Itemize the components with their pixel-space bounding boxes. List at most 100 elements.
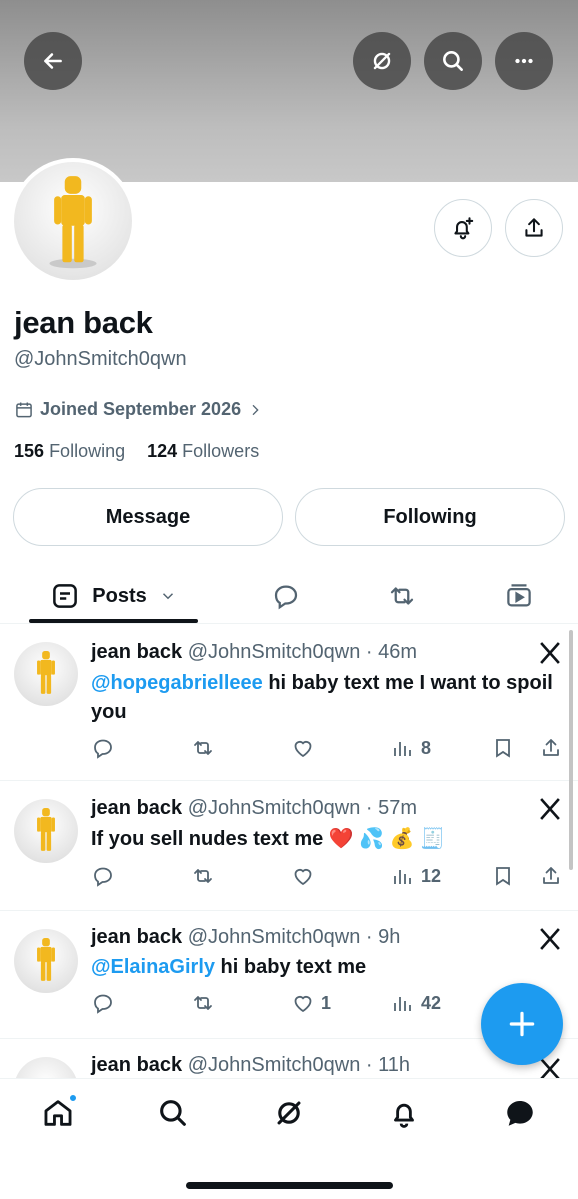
tweet-author-name[interactable]: jean back bbox=[91, 641, 182, 663]
joined-date[interactable]: Joined September 2026 bbox=[14, 399, 263, 420]
tweet-time: · 11h bbox=[365, 1054, 411, 1076]
x-logo-icon bbox=[540, 1058, 560, 1078]
share-button[interactable] bbox=[539, 864, 563, 888]
bell-icon bbox=[394, 1103, 414, 1128]
heart-icon bbox=[294, 995, 312, 1013]
tweet-mention[interactable]: @ElainaGirly bbox=[91, 956, 215, 978]
tweet-avatar[interactable] bbox=[14, 799, 78, 863]
tweet-text: @ElainaGirly hi baby text me bbox=[91, 956, 367, 978]
tweet-author-name[interactable]: jean back bbox=[91, 1054, 182, 1076]
repost-button[interactable] bbox=[191, 864, 215, 888]
repost-icon bbox=[194, 869, 212, 883]
follow-counts: 156 Following 124 Followers bbox=[14, 441, 259, 462]
tweet-author-name[interactable]: jean back bbox=[91, 797, 182, 819]
profile-avatar[interactable] bbox=[10, 158, 136, 284]
like-button[interactable] bbox=[291, 736, 321, 760]
views-button[interactable]: 8 bbox=[391, 736, 431, 760]
nav-notifications[interactable] bbox=[386, 1095, 422, 1131]
tweet-actions: 12 bbox=[91, 864, 571, 894]
following-count-link[interactable]: 156 Following bbox=[14, 441, 125, 462]
tab-posts-label: Posts bbox=[92, 584, 147, 607]
tweet-author-handle[interactable]: @JohnSmitch0qwn bbox=[188, 641, 361, 663]
like-count: 1 bbox=[321, 992, 332, 1013]
bookmark-icon bbox=[496, 739, 510, 758]
repost-icon bbox=[194, 996, 212, 1010]
view-count: 42 bbox=[421, 992, 442, 1013]
tweet-avatar[interactable] bbox=[14, 1057, 78, 1078]
video-icon bbox=[507, 584, 531, 607]
profile-handle: @JohnSmitch0qwn bbox=[14, 348, 187, 370]
x-logo-icon bbox=[540, 642, 560, 664]
posts-icon bbox=[53, 584, 78, 608]
views-button[interactable]: 12 bbox=[391, 864, 441, 888]
tab-media[interactable] bbox=[489, 568, 549, 624]
share-icon bbox=[543, 739, 559, 756]
bottom-navigation bbox=[0, 1078, 578, 1199]
bookmark-button[interactable] bbox=[491, 736, 515, 760]
tweet-time: · 9h bbox=[365, 926, 401, 948]
tab-posts[interactable]: Posts bbox=[29, 568, 198, 624]
joined-text: Joined September 2026 bbox=[40, 399, 242, 419]
more-icon bbox=[515, 58, 533, 64]
repost-button[interactable] bbox=[191, 736, 215, 760]
repost-icon bbox=[390, 587, 414, 605]
views-icon bbox=[394, 742, 411, 756]
reply-icon bbox=[94, 739, 112, 759]
nav-home[interactable] bbox=[40, 1093, 78, 1131]
share-profile-button[interactable] bbox=[505, 199, 563, 257]
tweet-author-name[interactable]: jean back bbox=[91, 926, 182, 948]
tab-replies[interactable] bbox=[256, 568, 316, 624]
tweet-avatar[interactable] bbox=[14, 642, 78, 706]
search-icon bbox=[160, 1100, 186, 1126]
figure-avatar-image bbox=[37, 650, 55, 694]
reply-icon bbox=[274, 585, 298, 610]
back-button[interactable] bbox=[24, 32, 82, 90]
tweet-author-handle[interactable]: @JohnSmitch0qwn bbox=[188, 797, 361, 819]
tweet-item[interactable]: jean back @JohnSmitch0qwn · 46m @hopegab… bbox=[0, 625, 578, 781]
profile-banner bbox=[0, 0, 578, 182]
repost-button[interactable] bbox=[191, 991, 215, 1015]
grok-button[interactable] bbox=[353, 32, 411, 90]
tab-reposts[interactable] bbox=[372, 568, 432, 624]
heart-icon bbox=[294, 868, 312, 886]
nav-messages[interactable] bbox=[502, 1095, 538, 1131]
reply-button[interactable] bbox=[91, 991, 115, 1015]
reply-button[interactable] bbox=[91, 736, 115, 760]
views-button[interactable]: 42 bbox=[391, 991, 441, 1015]
share-button[interactable] bbox=[539, 736, 563, 760]
active-tab-indicator bbox=[29, 619, 198, 623]
bell-plus-icon bbox=[454, 217, 474, 240]
message-button[interactable]: Message bbox=[13, 488, 283, 546]
reply-button[interactable] bbox=[91, 864, 115, 888]
tweet-header: jean back @JohnSmitch0qwn · 9h bbox=[91, 926, 400, 949]
chevron-down-icon bbox=[162, 593, 173, 600]
grok-icon bbox=[373, 52, 391, 70]
tweet-item[interactable]: jean back @JohnSmitch0qwn · 57m If you s… bbox=[0, 781, 578, 911]
share-icon bbox=[543, 867, 559, 884]
grok-icon bbox=[277, 1101, 301, 1125]
views-icon bbox=[394, 870, 411, 884]
tweet-mention[interactable]: @hopegabrielleee bbox=[91, 672, 263, 694]
bookmark-icon bbox=[496, 867, 510, 886]
home-indicator bbox=[186, 1182, 393, 1189]
following-button[interactable]: Following bbox=[295, 488, 565, 546]
nav-grok[interactable] bbox=[271, 1095, 307, 1131]
arrow-left-icon bbox=[44, 53, 62, 69]
bookmark-button[interactable] bbox=[491, 864, 515, 888]
figure-avatar-image bbox=[37, 937, 55, 981]
compose-button[interactable] bbox=[481, 983, 563, 1065]
nav-search[interactable] bbox=[155, 1095, 191, 1131]
tweet-time: · 46m bbox=[365, 641, 418, 663]
scrollbar[interactable] bbox=[569, 630, 573, 870]
figure-avatar-image bbox=[37, 807, 55, 851]
tweet-avatar[interactable] bbox=[14, 929, 78, 993]
like-button[interactable] bbox=[291, 864, 321, 888]
search-button[interactable] bbox=[424, 32, 482, 90]
tweet-author-handle[interactable]: @JohnSmitch0qwn bbox=[188, 926, 361, 948]
like-button[interactable]: 1 bbox=[291, 991, 331, 1015]
tweet-header: jean back @JohnSmitch0qwn · 11h bbox=[91, 1054, 410, 1077]
more-button[interactable] bbox=[495, 32, 553, 90]
followers-count-link[interactable]: 124 Followers bbox=[147, 441, 259, 462]
tweet-author-handle[interactable]: @JohnSmitch0qwn bbox=[188, 1054, 361, 1076]
notifications-button[interactable] bbox=[434, 199, 492, 257]
